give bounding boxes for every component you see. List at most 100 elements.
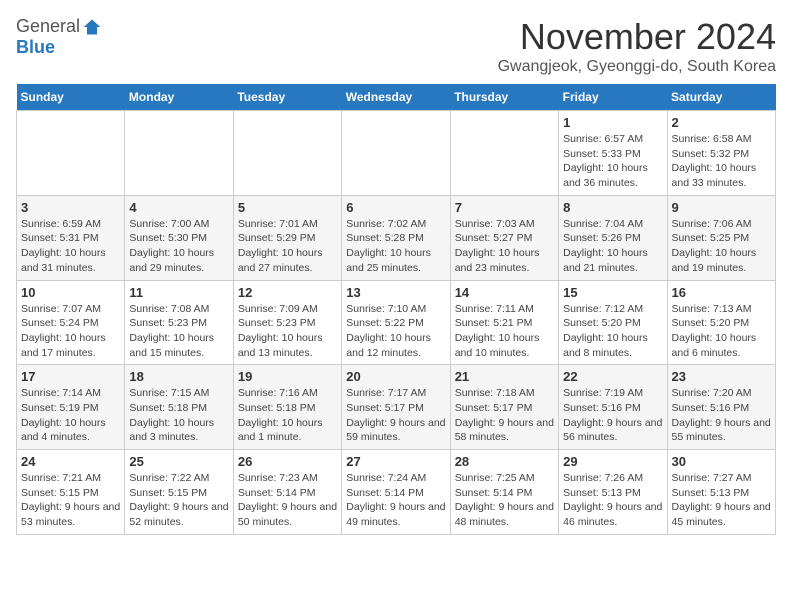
day-number: 16 bbox=[672, 285, 771, 300]
day-number: 5 bbox=[238, 200, 337, 215]
day-info: Sunrise: 7:15 AM Sunset: 5:18 PM Dayligh… bbox=[129, 386, 228, 445]
day-cell-empty bbox=[17, 111, 125, 196]
logo-blue: Blue bbox=[16, 37, 55, 57]
day-info: Sunrise: 7:04 AM Sunset: 5:26 PM Dayligh… bbox=[563, 217, 662, 276]
week-row-4: 17 Sunrise: 7:14 AM Sunset: 5:19 PM Dayli… bbox=[17, 365, 776, 450]
day-number: 14 bbox=[455, 285, 554, 300]
day-number: 23 bbox=[672, 369, 771, 384]
day-cell-empty bbox=[342, 111, 450, 196]
week-row-3: 10 Sunrise: 7:07 AM Sunset: 5:24 PM Dayli… bbox=[17, 280, 776, 365]
day-number: 1 bbox=[563, 115, 662, 130]
day-info: Sunrise: 7:11 AM Sunset: 5:21 PM Dayligh… bbox=[455, 302, 554, 361]
day-info: Sunrise: 7:23 AM Sunset: 5:14 PM Dayligh… bbox=[238, 471, 337, 530]
weekday-header-saturday: Saturday bbox=[667, 84, 775, 111]
location: Gwangjeok, Gyeonggi-do, South Korea bbox=[498, 58, 776, 76]
day-cell-empty bbox=[450, 111, 558, 196]
day-number: 10 bbox=[21, 285, 120, 300]
month-title: November 2024 bbox=[498, 16, 776, 58]
day-cell-16: 16 Sunrise: 7:13 AM Sunset: 5:20 PM Dayli… bbox=[667, 280, 775, 365]
day-number: 13 bbox=[346, 285, 445, 300]
day-cell-empty bbox=[233, 111, 341, 196]
day-number: 11 bbox=[129, 285, 228, 300]
day-info: Sunrise: 6:59 AM Sunset: 5:31 PM Dayligh… bbox=[21, 217, 120, 276]
day-info: Sunrise: 7:09 AM Sunset: 5:23 PM Dayligh… bbox=[238, 302, 337, 361]
day-info: Sunrise: 7:21 AM Sunset: 5:15 PM Dayligh… bbox=[21, 471, 120, 530]
day-number: 7 bbox=[455, 200, 554, 215]
day-number: 27 bbox=[346, 454, 445, 469]
day-number: 2 bbox=[672, 115, 771, 130]
day-cell-12: 12 Sunrise: 7:09 AM Sunset: 5:23 PM Dayli… bbox=[233, 280, 341, 365]
day-cell-27: 27 Sunrise: 7:24 AM Sunset: 5:14 PM Dayli… bbox=[342, 450, 450, 535]
day-info: Sunrise: 7:13 AM Sunset: 5:20 PM Dayligh… bbox=[672, 302, 771, 361]
day-number: 8 bbox=[563, 200, 662, 215]
day-cell-5: 5Sunrise: 7:01 AM Sunset: 5:29 PM Daylig… bbox=[233, 195, 341, 280]
day-info: Sunrise: 7:20 AM Sunset: 5:16 PM Dayligh… bbox=[672, 386, 771, 445]
day-info: Sunrise: 7:24 AM Sunset: 5:14 PM Dayligh… bbox=[346, 471, 445, 530]
day-info: Sunrise: 7:06 AM Sunset: 5:25 PM Dayligh… bbox=[672, 217, 771, 276]
day-info: Sunrise: 7:00 AM Sunset: 5:30 PM Dayligh… bbox=[129, 217, 228, 276]
day-info: Sunrise: 7:25 AM Sunset: 5:14 PM Dayligh… bbox=[455, 471, 554, 530]
day-cell-15: 15 Sunrise: 7:12 AM Sunset: 5:20 PM Dayli… bbox=[559, 280, 667, 365]
day-number: 15 bbox=[563, 285, 662, 300]
day-cell-24: 24 Sunrise: 7:21 AM Sunset: 5:15 PM Dayli… bbox=[17, 450, 125, 535]
day-number: 19 bbox=[238, 369, 337, 384]
calendar-table: SundayMondayTuesdayWednesdayThursdayFrid… bbox=[16, 84, 776, 535]
logo-icon bbox=[82, 17, 102, 37]
day-number: 12 bbox=[238, 285, 337, 300]
day-cell-26: 26 Sunrise: 7:23 AM Sunset: 5:14 PM Dayli… bbox=[233, 450, 341, 535]
day-number: 28 bbox=[455, 454, 554, 469]
day-info: Sunrise: 7:26 AM Sunset: 5:13 PM Dayligh… bbox=[563, 471, 662, 530]
day-cell-21: 21 Sunrise: 7:18 AM Sunset: 5:17 PM Dayli… bbox=[450, 365, 558, 450]
day-number: 18 bbox=[129, 369, 228, 384]
day-cell-1: 1 Sunrise: 6:57 AM Sunset: 5:33 PM Daylig… bbox=[559, 111, 667, 196]
weekday-header-sunday: Sunday bbox=[17, 84, 125, 111]
day-number: 17 bbox=[21, 369, 120, 384]
day-cell-8: 8 Sunrise: 7:04 AM Sunset: 5:26 PM Daylig… bbox=[559, 195, 667, 280]
day-cell-7: 7 Sunrise: 7:03 AM Sunset: 5:27 PM Daylig… bbox=[450, 195, 558, 280]
day-number: 24 bbox=[21, 454, 120, 469]
day-cell-30: 30 Sunrise: 7:27 AM Sunset: 5:13 PM Dayli… bbox=[667, 450, 775, 535]
week-row-2: 3Sunrise: 6:59 AM Sunset: 5:31 PM Daylig… bbox=[17, 195, 776, 280]
day-info: Sunrise: 7:08 AM Sunset: 5:23 PM Dayligh… bbox=[129, 302, 228, 361]
day-info: Sunrise: 7:18 AM Sunset: 5:17 PM Dayligh… bbox=[455, 386, 554, 445]
weekday-header-thursday: Thursday bbox=[450, 84, 558, 111]
day-cell-22: 22Sunrise: 7:19 AM Sunset: 5:16 PM Dayli… bbox=[559, 365, 667, 450]
logo: General Blue bbox=[16, 16, 102, 58]
day-number: 21 bbox=[455, 369, 554, 384]
weekday-header-row: SundayMondayTuesdayWednesdayThursdayFrid… bbox=[17, 84, 776, 111]
day-info: Sunrise: 7:19 AM Sunset: 5:16 PM Dayligh… bbox=[563, 386, 662, 445]
day-info: Sunrise: 7:03 AM Sunset: 5:27 PM Dayligh… bbox=[455, 217, 554, 276]
day-number: 26 bbox=[238, 454, 337, 469]
day-cell-19: 19 Sunrise: 7:16 AM Sunset: 5:18 PM Dayli… bbox=[233, 365, 341, 450]
day-number: 30 bbox=[672, 454, 771, 469]
logo-general: General bbox=[16, 16, 80, 37]
day-cell-13: 13Sunrise: 7:10 AM Sunset: 5:22 PM Dayli… bbox=[342, 280, 450, 365]
weekday-header-monday: Monday bbox=[125, 84, 233, 111]
week-row-1: 1 Sunrise: 6:57 AM Sunset: 5:33 PM Daylig… bbox=[17, 111, 776, 196]
day-cell-14: 14 Sunrise: 7:11 AM Sunset: 5:21 PM Dayli… bbox=[450, 280, 558, 365]
day-info: Sunrise: 6:57 AM Sunset: 5:33 PM Dayligh… bbox=[563, 132, 662, 191]
week-row-5: 24 Sunrise: 7:21 AM Sunset: 5:15 PM Dayli… bbox=[17, 450, 776, 535]
day-info: Sunrise: 7:22 AM Sunset: 5:15 PM Dayligh… bbox=[129, 471, 228, 530]
weekday-header-friday: Friday bbox=[559, 84, 667, 111]
day-number: 29 bbox=[563, 454, 662, 469]
day-cell-9: 9 Sunrise: 7:06 AM Sunset: 5:25 PM Daylig… bbox=[667, 195, 775, 280]
day-info: Sunrise: 7:16 AM Sunset: 5:18 PM Dayligh… bbox=[238, 386, 337, 445]
day-info: Sunrise: 7:27 AM Sunset: 5:13 PM Dayligh… bbox=[672, 471, 771, 530]
day-number: 6 bbox=[346, 200, 445, 215]
weekday-header-wednesday: Wednesday bbox=[342, 84, 450, 111]
title-section: November 2024 Gwangjeok, Gyeonggi-do, So… bbox=[498, 16, 776, 76]
day-cell-23: 23 Sunrise: 7:20 AM Sunset: 5:16 PM Dayli… bbox=[667, 365, 775, 450]
day-info: Sunrise: 7:17 AM Sunset: 5:17 PM Dayligh… bbox=[346, 386, 445, 445]
day-info: Sunrise: 7:12 AM Sunset: 5:20 PM Dayligh… bbox=[563, 302, 662, 361]
day-cell-29: 29 Sunrise: 7:26 AM Sunset: 5:13 PM Dayli… bbox=[559, 450, 667, 535]
day-cell-11: 11 Sunrise: 7:08 AM Sunset: 5:23 PM Dayli… bbox=[125, 280, 233, 365]
day-cell-2: 2 Sunrise: 6:58 AM Sunset: 5:32 PM Daylig… bbox=[667, 111, 775, 196]
day-info: Sunrise: 7:07 AM Sunset: 5:24 PM Dayligh… bbox=[21, 302, 120, 361]
day-info: Sunrise: 6:58 AM Sunset: 5:32 PM Dayligh… bbox=[672, 132, 771, 191]
day-number: 9 bbox=[672, 200, 771, 215]
day-info: Sunrise: 7:14 AM Sunset: 5:19 PM Dayligh… bbox=[21, 386, 120, 445]
day-number: 4 bbox=[129, 200, 228, 215]
day-cell-10: 10 Sunrise: 7:07 AM Sunset: 5:24 PM Dayli… bbox=[17, 280, 125, 365]
day-cell-6: 6Sunrise: 7:02 AM Sunset: 5:28 PM Daylig… bbox=[342, 195, 450, 280]
